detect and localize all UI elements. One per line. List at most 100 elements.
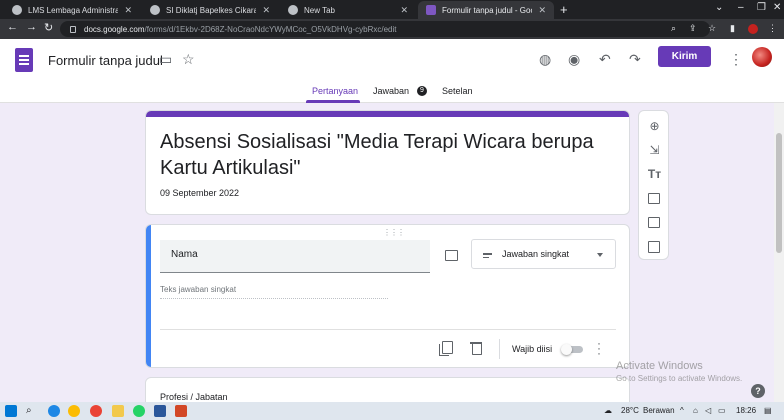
avatar[interactable] xyxy=(752,47,772,67)
duplicate-icon[interactable] xyxy=(438,340,453,356)
question-title: Profesi / Jabatan xyxy=(160,392,228,402)
share-icon[interactable]: ⇪ xyxy=(689,23,697,34)
question-card[interactable]: ⋮⋮⋮ Nama Jawaban singkat Teks jawaban si… xyxy=(145,224,630,368)
star-icon[interactable]: ☆ xyxy=(182,51,195,68)
responses-count-badge: 9 xyxy=(417,86,427,96)
drag-handle-icon[interactable]: ⋮⋮⋮ xyxy=(383,228,405,237)
delete-icon[interactable] xyxy=(470,341,482,355)
tray-chevron-icon[interactable]: ^ xyxy=(680,406,684,415)
title-card-accent xyxy=(146,111,629,117)
activate-windows-watermark: Activate Windows Go to Settings to activ… xyxy=(616,360,742,383)
question-title-input[interactable]: Nama xyxy=(160,240,430,273)
battery-icon[interactable]: ▭ xyxy=(718,406,726,415)
zoom-icon[interactable]: ⌕ xyxy=(671,23,676,34)
browser-menu-icon[interactable]: ⋮ xyxy=(768,23,777,34)
browser-tab-lms[interactable]: LMS Lembaga Administrasi Negar ✕ xyxy=(4,1,140,19)
form-document-title[interactable]: Formulir tanpa judul xyxy=(48,53,163,68)
divider xyxy=(499,339,500,359)
browser-tab-newtab[interactable]: New Tab ✕ xyxy=(280,1,416,19)
close-tab-icon[interactable]: ✕ xyxy=(538,5,546,16)
add-question-icon[interactable]: ⊕ xyxy=(639,115,670,137)
temperature: 28°C xyxy=(621,406,639,415)
powerpoint-icon[interactable] xyxy=(175,405,187,417)
weather-icon: ☁ xyxy=(604,406,612,415)
palette-icon[interactable]: ◍ xyxy=(539,51,551,68)
windows-start-icon[interactable] xyxy=(5,405,17,417)
word-icon[interactable] xyxy=(154,405,166,417)
active-question-indicator xyxy=(146,225,151,367)
url-path: /forms/d/1Ekbv-2D68Z-NoCraoNdcYWyMCoc_O5… xyxy=(144,24,397,34)
clock[interactable]: 18:26 xyxy=(736,406,756,415)
chevron-down-icon xyxy=(597,253,603,257)
preview-eye-icon[interactable]: ◉ xyxy=(568,51,580,68)
required-label: Wajib diisi xyxy=(512,344,553,354)
form-title[interactable]: Absensi Sosialisasi "Media Terapi Wicara… xyxy=(160,129,620,181)
form-title-card[interactable]: Absensi Sosialisasi "Media Terapi Wicara… xyxy=(145,110,630,215)
question-type-dropdown[interactable]: Jawaban singkat xyxy=(471,239,616,269)
reload-icon[interactable]: ↻ xyxy=(44,21,53,34)
close-window-icon[interactable]: ✕ xyxy=(773,2,781,13)
volume-icon[interactable]: ◁ xyxy=(705,406,711,415)
page-scrollbar[interactable] xyxy=(774,103,784,402)
forms-logo-icon[interactable] xyxy=(15,48,33,72)
send-button[interactable]: Kirim xyxy=(658,46,711,67)
chrome-icon[interactable] xyxy=(68,405,80,417)
file-explorer-icon[interactable] xyxy=(112,405,124,417)
more-options-icon[interactable]: · · · xyxy=(597,337,603,359)
watermark-line1: Activate Windows xyxy=(616,360,703,372)
redo-icon[interactable]: ↷ xyxy=(629,51,641,68)
browser-tab-title: LMS Lembaga Administrasi Negar xyxy=(28,5,119,15)
help-icon[interactable]: ? xyxy=(751,384,765,398)
add-section-icon[interactable] xyxy=(648,241,660,253)
browser-toolbar: ← → ↻ docs.google.com/forms/d/1Ekbv-2D68… xyxy=(0,19,784,39)
browser-tab-title: SI Diklatj Bapelkes Cikarang xyxy=(166,5,257,15)
forward-icon[interactable]: → xyxy=(26,21,37,33)
browser-tab-diklat[interactable]: SI Diklatj Bapelkes Cikarang ✕ xyxy=(142,1,278,19)
browser-tab-title: Formulir tanpa judul - Google Fo xyxy=(442,5,532,15)
tab-settings[interactable]: Setelan xyxy=(442,86,473,96)
bookmark-star-icon[interactable]: ☆ xyxy=(708,23,716,34)
lock-icon xyxy=(70,25,76,33)
import-questions-icon[interactable]: ⇲ xyxy=(639,139,670,161)
watermark-line2: Go to Settings to activate Windows. xyxy=(616,374,743,383)
question-toolbar: ⊕ ⇲ Tт xyxy=(638,110,669,260)
network-icon[interactable]: ⌂ xyxy=(693,406,698,415)
restore-icon[interactable]: ❐ xyxy=(757,2,766,13)
form-description[interactable]: 09 September 2022 xyxy=(160,188,239,198)
close-tab-icon[interactable]: ✕ xyxy=(124,5,132,16)
weather-text: Berawan xyxy=(643,406,675,415)
answer-placeholder: Teks jawaban singkat xyxy=(160,285,388,299)
undo-icon[interactable]: ↶ xyxy=(599,51,611,68)
minimize-icon[interactable]: – xyxy=(738,2,744,13)
url-host: docs.google.com xyxy=(84,24,145,34)
forms-header: Formulir tanpa judul ▭ ☆ ◍ ◉ ↶ ↷ Kirim ⋮… xyxy=(0,39,784,103)
search-icon[interactable]: ⌕ xyxy=(26,405,38,417)
tab-responses[interactable]: Jawaban xyxy=(373,86,409,96)
form-tabs: Pertanyaan Jawaban 9 Setelan xyxy=(0,83,784,103)
globe-icon xyxy=(12,5,22,15)
chrome-profile-icon[interactable] xyxy=(90,405,102,417)
address-bar[interactable]: docs.google.com/forms/d/1Ekbv-2D68Z-NoCr… xyxy=(60,21,710,37)
folder-icon[interactable]: ▭ xyxy=(159,51,172,68)
add-image-icon[interactable] xyxy=(440,245,462,265)
notifications-icon[interactable]: ▤ xyxy=(764,406,772,415)
active-tab-indicator xyxy=(306,100,360,103)
tab-search-icon[interactable]: ⌄ xyxy=(715,2,723,13)
close-tab-icon[interactable]: ✕ xyxy=(262,5,270,16)
short-answer-icon xyxy=(483,253,492,260)
whatsapp-icon[interactable] xyxy=(133,405,145,417)
sidepanel-icon[interactable]: ▮ xyxy=(730,23,735,34)
add-video-icon[interactable] xyxy=(648,217,660,228)
tab-questions[interactable]: Pertanyaan xyxy=(312,86,358,96)
forms-favicon-icon xyxy=(426,5,436,15)
edge-icon[interactable] xyxy=(48,405,60,417)
close-tab-icon[interactable]: ✕ xyxy=(400,5,408,16)
profile-avatar-icon[interactable] xyxy=(748,24,758,34)
required-toggle[interactable] xyxy=(561,344,585,355)
browser-tab-forms[interactable]: Formulir tanpa judul - Google Fo ✕ xyxy=(418,1,554,19)
more-options-icon[interactable]: ⋮ xyxy=(729,51,743,68)
back-icon[interactable]: ← xyxy=(7,21,18,33)
add-title-icon[interactable]: Tт xyxy=(639,163,670,185)
new-tab-icon[interactable]: + xyxy=(560,2,568,17)
add-image-icon[interactable] xyxy=(648,193,660,204)
